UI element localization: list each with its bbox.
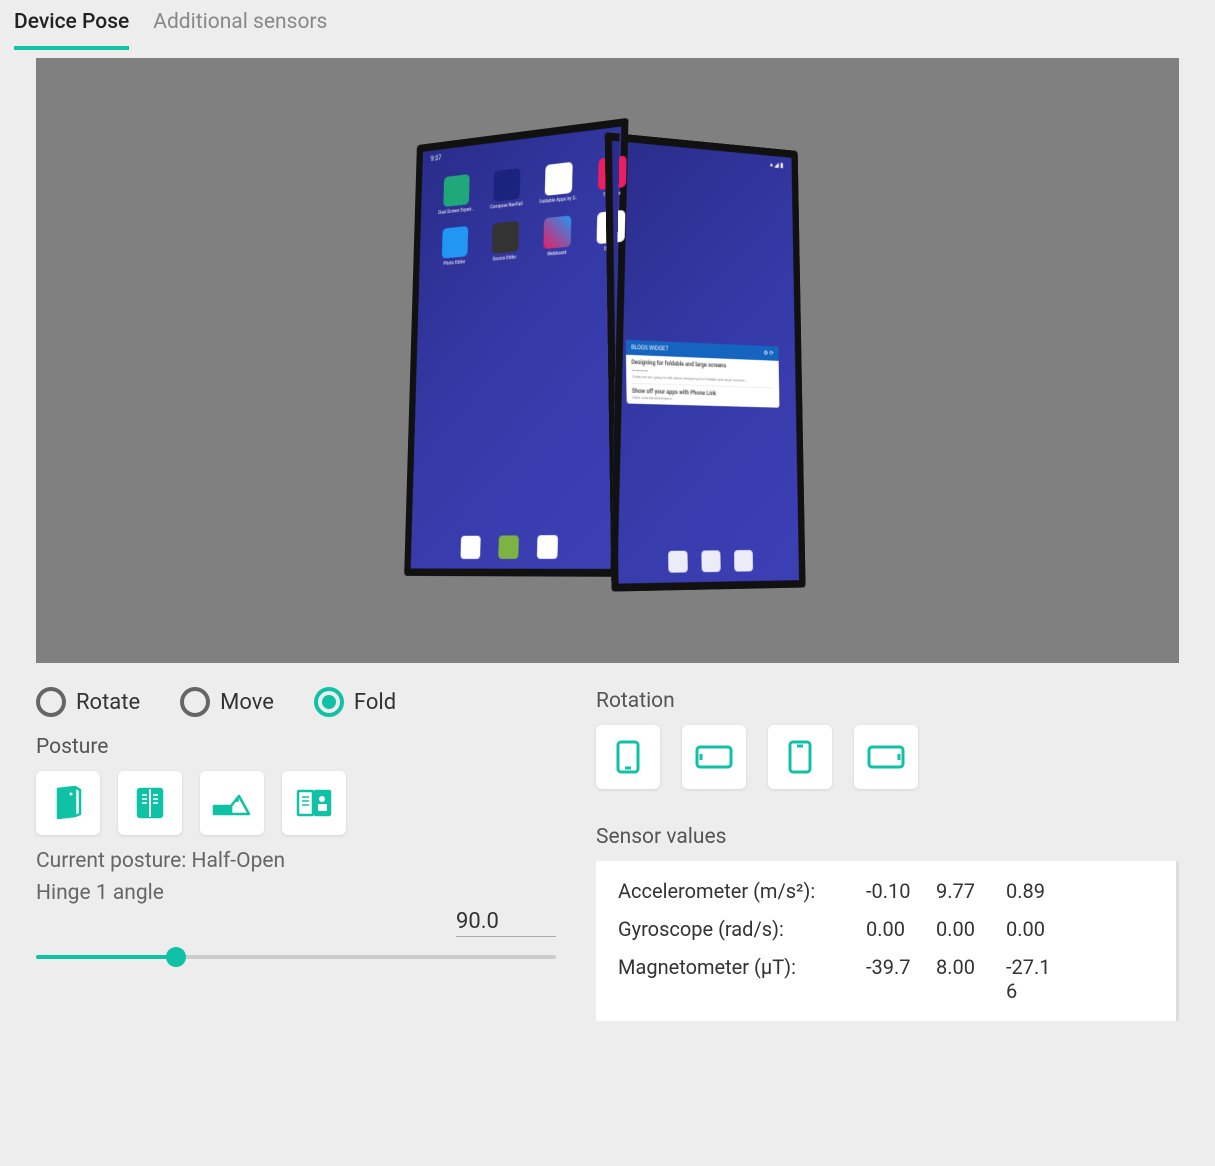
current-posture-text: Current posture: Half-Open xyxy=(36,849,556,873)
tab-device-pose[interactable]: Device Pose xyxy=(14,10,129,50)
posture-flat-button[interactable] xyxy=(118,771,182,835)
posture-closed-button[interactable] xyxy=(36,771,100,835)
posture-book-button[interactable] xyxy=(282,771,346,835)
rotation-portrait-button[interactable] xyxy=(596,725,660,789)
posture-buttons xyxy=(36,771,556,835)
tab-additional-sensors[interactable]: Additional sensors xyxy=(153,10,327,50)
rotation-landscape-left-button[interactable] xyxy=(682,725,746,789)
tab-bar: Device Pose Additional sensors xyxy=(0,0,1215,50)
closed-posture-icon xyxy=(53,786,83,820)
posture-halfopen-button[interactable] xyxy=(200,771,264,835)
radio-rotate-label: Rotate xyxy=(76,690,140,715)
status-time: 9:37 xyxy=(430,154,441,163)
sensor-values-label: Sensor values xyxy=(596,825,1179,849)
mode-radio-group: Rotate Move Fold xyxy=(36,687,556,717)
hinge-angle-slider[interactable] xyxy=(36,955,556,959)
rotation-landscape-right-button[interactable] xyxy=(854,725,918,789)
device-preview-3d[interactable]: 9:37 Dual Screen Experi.. Compose NavRai… xyxy=(36,58,1179,663)
radio-rotate[interactable]: Rotate xyxy=(36,687,140,717)
radio-move-label: Move xyxy=(220,690,274,715)
sensor-accelerometer-label: Accelerometer (m/s²): xyxy=(618,879,848,903)
radio-fold[interactable]: Fold xyxy=(314,687,396,717)
hinge-angle-label: Hinge 1 angle xyxy=(36,881,556,905)
device-left-screen: 9:37 Dual Screen Experi.. Compose NavRai… xyxy=(404,117,628,576)
sensor-magnetometer-label: Magnetometer (μT): xyxy=(618,955,848,1003)
radio-fold-label: Fold xyxy=(354,690,396,715)
hinge-angle-value[interactable]: 90.0 xyxy=(456,909,556,937)
slider-thumb[interactable] xyxy=(166,947,186,967)
rotation-buttons xyxy=(596,725,1179,789)
landscape-left-icon xyxy=(694,743,734,771)
taskbar-messages-icon xyxy=(497,535,518,559)
device-right-screen: ▴ ◢ ▮ BLOGS WIDGET⚙ ⟳ Designing for fold… xyxy=(604,132,805,592)
flat-posture-icon xyxy=(133,786,167,820)
rotation-label: Rotation xyxy=(596,689,1179,713)
posture-label: Posture xyxy=(36,735,556,759)
sensor-gyroscope-label: Gyroscope (rad/s): xyxy=(618,917,848,941)
portrait-flipped-icon xyxy=(786,739,814,775)
table-row: Magnetometer (μT): -39.7 8.00 -27.16 xyxy=(618,955,1154,1003)
halfopen-posture-icon xyxy=(211,786,253,820)
table-row: Gyroscope (rad/s): 0.00 0.00 0.00 xyxy=(618,917,1154,941)
sensor-values-table: Accelerometer (m/s²): -0.10 9.77 0.89 Gy… xyxy=(596,861,1179,1021)
book-posture-icon xyxy=(295,787,333,819)
taskbar-edge-icon xyxy=(536,535,557,559)
blogs-widget: BLOGS WIDGET⚙ ⟳ Designing for foldable a… xyxy=(625,339,779,407)
landscape-right-icon xyxy=(866,743,906,771)
taskbar-phone-icon xyxy=(460,535,480,558)
portrait-icon xyxy=(614,739,642,775)
radio-move[interactable]: Move xyxy=(180,687,274,717)
rotation-portrait-flipped-button[interactable] xyxy=(768,725,832,789)
table-row: Accelerometer (m/s²): -0.10 9.77 0.89 xyxy=(618,879,1154,903)
foldable-device: 9:37 Dual Screen Experi.. Compose NavRai… xyxy=(328,116,888,606)
